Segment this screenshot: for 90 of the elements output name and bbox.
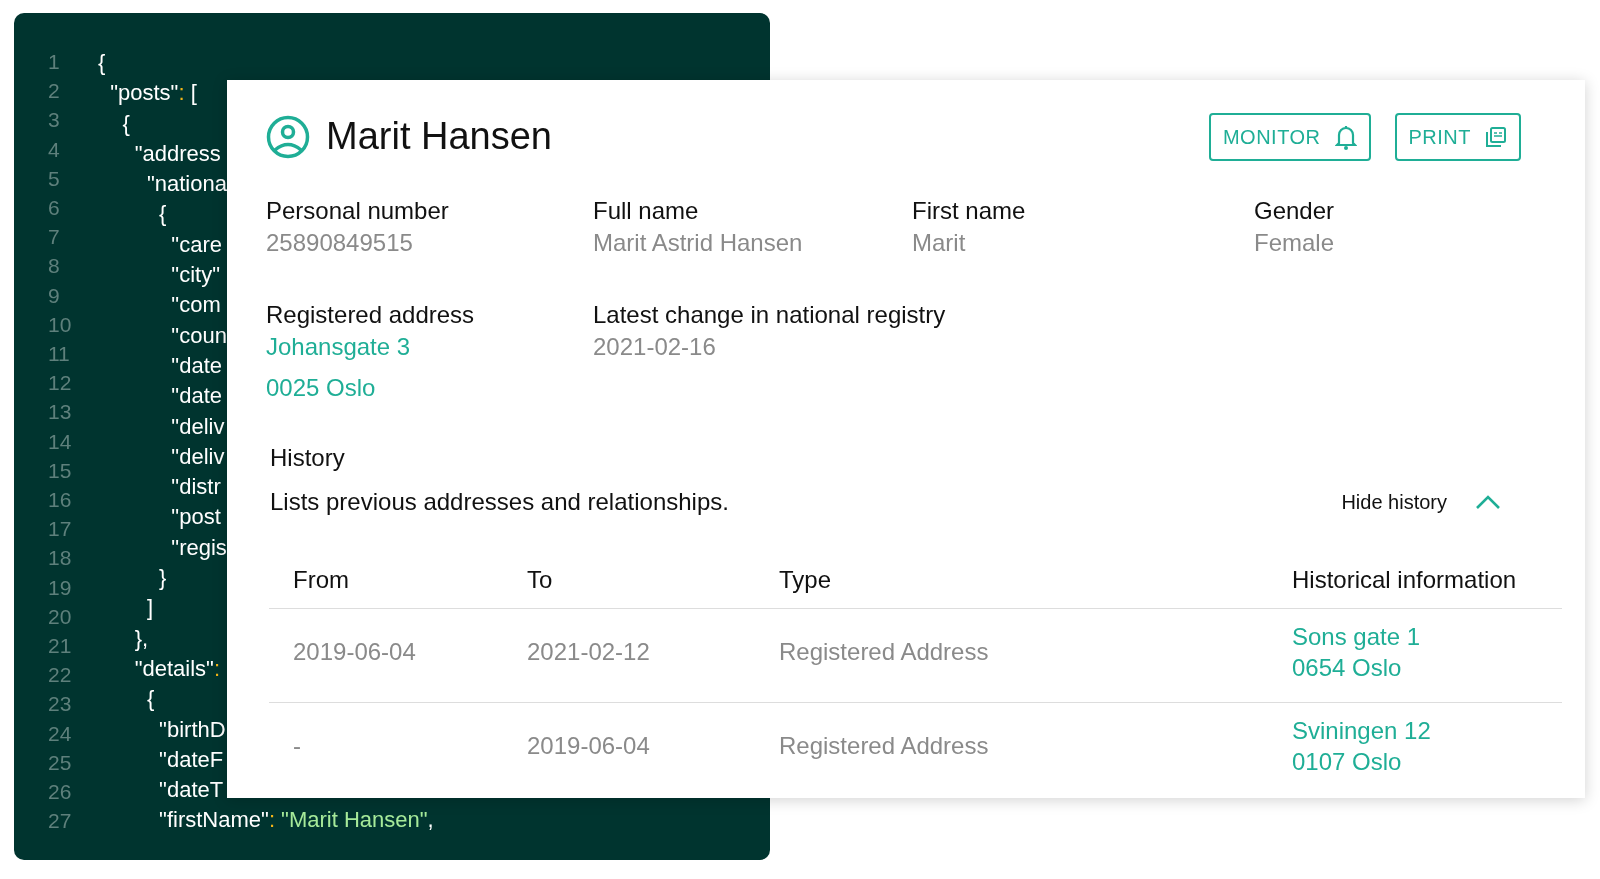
- line-number: 19: [48, 574, 73, 601]
- code-line: "birthD: [158, 715, 226, 744]
- line-number: 3: [48, 107, 61, 134]
- field-label: Personal number: [266, 196, 450, 226]
- line-number: 10: [48, 311, 73, 338]
- code-line: }: [158, 564, 167, 593]
- field-label: Registered address: [266, 300, 476, 330]
- table-cell: Registered Address: [755, 608, 1268, 703]
- table-cell: -: [269, 702, 503, 796]
- code-line: "date: [170, 351, 222, 380]
- column-header: From: [269, 562, 503, 609]
- field-value: Female: [1254, 228, 1336, 258]
- document-stack-icon: [1485, 125, 1507, 148]
- code-line: "post: [170, 503, 221, 532]
- code-line: "dateT: [158, 776, 224, 805]
- line-number: 1: [48, 49, 61, 75]
- code-line: "coun: [170, 321, 227, 350]
- line-number: 23: [48, 691, 73, 718]
- user-icon: [266, 114, 310, 159]
- line-number: 17: [48, 516, 73, 543]
- field-value: 2021-02-16: [593, 332, 717, 362]
- line-number: 18: [48, 545, 73, 572]
- line-number: 11: [48, 341, 71, 368]
- code-line: "nationa: [145, 170, 227, 199]
- address-link[interactable]: 0025 Oslo: [266, 372, 593, 404]
- table-cell: Registered Address: [755, 702, 1268, 796]
- field-value: Marit: [912, 228, 967, 258]
- field-label: Latest change in national registry: [593, 300, 947, 330]
- line-number: 9: [48, 282, 61, 309]
- line-number: 15: [48, 457, 73, 484]
- line-number: 24: [48, 720, 73, 747]
- code-line: "date: [170, 382, 222, 411]
- line-number: 13: [48, 399, 73, 426]
- code-line: "care: [170, 230, 222, 259]
- field-value: Marit Astrid Hansen: [593, 228, 804, 258]
- code-line: "com: [170, 291, 221, 320]
- line-number: 21: [48, 633, 73, 660]
- code-line: ]: [145, 594, 153, 623]
- table-cell: 2019-06-04: [269, 608, 503, 703]
- table-cell: 2021-02-12: [503, 608, 755, 703]
- code-line: "deliv: [170, 442, 225, 471]
- code-line: },: [133, 624, 149, 653]
- line-number: 5: [48, 165, 61, 192]
- code-line: {: [145, 685, 155, 714]
- line-number: 2: [48, 78, 61, 105]
- line-number: 25: [48, 749, 73, 776]
- address-link[interactable]: 0107 Oslo: [1292, 746, 1562, 777]
- field-value: 25890849515: [266, 228, 414, 258]
- monitor-button[interactable]: MONITOR: [1208, 112, 1371, 161]
- code-line: "posts": [: [109, 79, 197, 108]
- column-header: To: [503, 562, 755, 609]
- line-number: 12: [48, 370, 73, 397]
- column-header: Type: [755, 562, 1268, 609]
- address-link[interactable]: Sons gate 1: [1292, 621, 1562, 652]
- line-number: 8: [48, 253, 61, 280]
- field-label: Full name: [593, 196, 700, 226]
- code-line: "distr: [170, 473, 221, 502]
- line-number: 16: [48, 487, 73, 514]
- line-number: 7: [48, 224, 61, 251]
- code-line: {: [121, 109, 130, 138]
- line-number: 27: [48, 808, 73, 835]
- code-line: {: [98, 49, 106, 77]
- line-number: 20: [48, 603, 73, 630]
- address-link[interactable]: 0654 Oslo: [1292, 652, 1562, 683]
- column-header: Historical information: [1268, 562, 1562, 609]
- code-line: "firstName": "Marit Hansen",: [158, 806, 434, 835]
- address-link[interactable]: Sviningen 12: [1292, 715, 1562, 746]
- section-description: Lists previous addresses and relationships.: [270, 487, 729, 517]
- code-line: {: [158, 200, 167, 229]
- line-number: 22: [48, 662, 73, 689]
- code-line: "address: [133, 139, 221, 168]
- code-line: "dateF: [158, 745, 224, 774]
- code-line: "regis: [170, 533, 227, 562]
- address-link[interactable]: Johansgate 3: [266, 331, 593, 363]
- code-line: "details":: [133, 654, 220, 683]
- chevron-icon: [1475, 494, 1501, 510]
- line-number: 14: [48, 428, 73, 455]
- person-name: Marit Hansen: [326, 114, 552, 159]
- bell-icon: [1334, 123, 1357, 150]
- line-number: 4: [48, 136, 61, 163]
- line-number: 6: [48, 195, 61, 221]
- hide-history-toggle[interactable]: Hide history: [1341, 487, 1501, 517]
- section-title: History: [270, 443, 346, 473]
- code-line: "deliv: [170, 412, 225, 441]
- print-button[interactable]: PRINT: [1394, 112, 1521, 161]
- field-label: Gender: [1254, 196, 1336, 226]
- code-line: "city": [170, 261, 220, 290]
- line-number: 26: [48, 779, 73, 806]
- table-cell: 2019-06-04: [503, 702, 755, 796]
- field-label: First name: [912, 196, 1027, 226]
